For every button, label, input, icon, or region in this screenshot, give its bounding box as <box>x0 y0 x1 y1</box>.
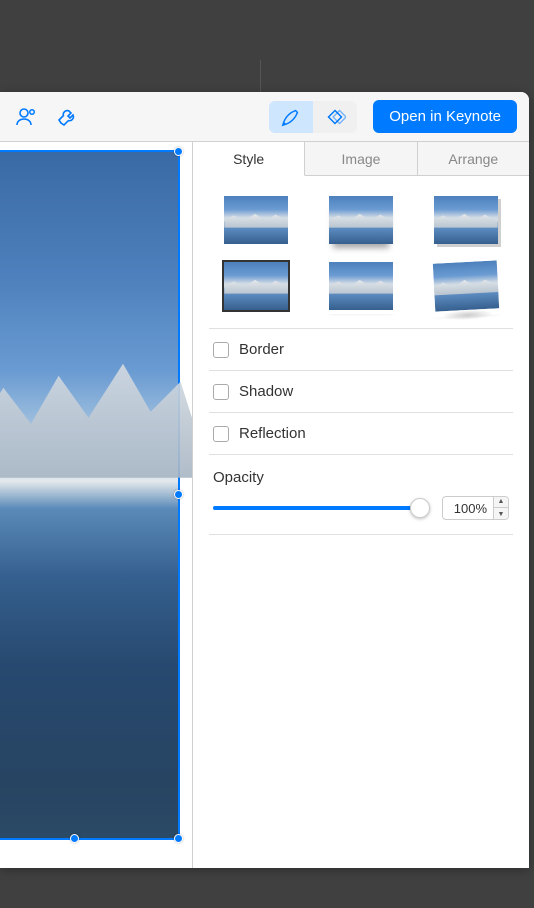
selected-image[interactable] <box>0 150 180 840</box>
style-preset-frame[interactable] <box>329 262 393 310</box>
shadow-row: Shadow <box>209 371 513 413</box>
reflection-checkbox[interactable] <box>213 426 229 442</box>
border-checkbox[interactable] <box>213 342 229 358</box>
style-preset-plain[interactable] <box>224 196 288 244</box>
app-window: Open in Keynote Style Image Arrange <box>0 92 529 868</box>
opacity-section: Opacity 100% ▲ ▼ <box>209 455 513 535</box>
image-style-presets <box>209 192 513 329</box>
reflection-label: Reflection <box>239 425 306 442</box>
opacity-slider[interactable] <box>213 498 428 518</box>
tools-icon[interactable] <box>54 104 80 130</box>
collaborate-icon[interactable] <box>12 104 38 130</box>
style-preset-border[interactable] <box>224 262 288 310</box>
format-inspector: Style Image Arrange Border <box>193 142 529 868</box>
animate-button[interactable] <box>313 101 357 133</box>
resize-handle[interactable] <box>174 834 183 843</box>
callout-line <box>260 60 261 94</box>
resize-handle[interactable] <box>174 490 183 499</box>
style-preset-drop-shadow[interactable] <box>434 196 498 244</box>
format-button[interactable] <box>269 101 313 133</box>
opacity-label: Opacity <box>213 469 509 486</box>
resize-handle[interactable] <box>174 147 183 156</box>
slide-canvas[interactable] <box>0 142 193 868</box>
tab-style[interactable]: Style <box>193 142 305 176</box>
border-row: Border <box>209 329 513 371</box>
opacity-value[interactable]: 100% <box>443 501 493 516</box>
toolbar: Open in Keynote <box>0 92 529 142</box>
format-animate-group <box>269 101 357 133</box>
style-preset-reflection[interactable] <box>329 196 393 244</box>
shadow-label: Shadow <box>239 383 293 400</box>
reflection-row: Reflection <box>209 413 513 455</box>
tab-image[interactable]: Image <box>305 142 417 175</box>
inspector-tabs: Style Image Arrange <box>193 142 529 176</box>
opacity-step-up[interactable]: ▲ <box>494 496 508 508</box>
opacity-slider-thumb[interactable] <box>410 498 430 518</box>
tab-arrange[interactable]: Arrange <box>418 142 529 175</box>
resize-handle[interactable] <box>70 834 79 843</box>
shadow-checkbox[interactable] <box>213 384 229 400</box>
border-label: Border <box>239 341 284 358</box>
opacity-stepper[interactable]: 100% ▲ ▼ <box>442 496 509 520</box>
opacity-step-down[interactable]: ▼ <box>494 508 508 520</box>
style-preset-polaroid[interactable] <box>432 260 498 311</box>
style-panel: Border Shadow Reflection Opacity <box>193 176 529 551</box>
image-content <box>0 358 192 478</box>
open-in-keynote-button[interactable]: Open in Keynote <box>373 100 517 133</box>
